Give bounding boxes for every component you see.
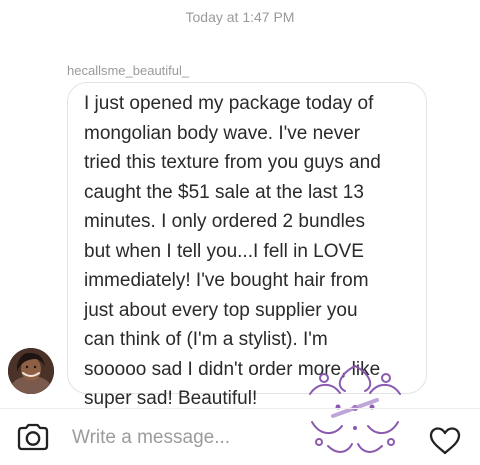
- message-bubble: I just opened my package today of mongol…: [67, 82, 427, 409]
- message-line: I just opened my package today of: [84, 93, 374, 114]
- message-line: just about every top supplier you: [84, 299, 358, 321]
- message-line: can think of (I'm a stylist). I'm: [84, 329, 328, 350]
- sender-username: hecallsme_beautiful_: [67, 63, 190, 78]
- heart-icon[interactable]: [428, 426, 462, 456]
- avatar-image: [8, 348, 54, 394]
- avatar[interactable]: [8, 348, 54, 394]
- message-composer: [0, 409, 480, 460]
- message-line: but when I tell you...I fell in LOVE: [84, 240, 364, 262]
- timestamp: Today at 1:47 PM: [185, 9, 295, 25]
- message-line: mongolian body wave. I've never: [84, 122, 361, 144]
- camera-icon[interactable]: [16, 423, 50, 451]
- message-line: caught the $51 sale at the last 13: [84, 181, 364, 203]
- message-input[interactable]: [72, 426, 302, 450]
- message-line: tried this texture from you guys and: [84, 152, 381, 173]
- message-line: immediately! I've bought hair from: [84, 270, 369, 291]
- message-line: minutes. I only ordered 2 bundles: [84, 211, 365, 232]
